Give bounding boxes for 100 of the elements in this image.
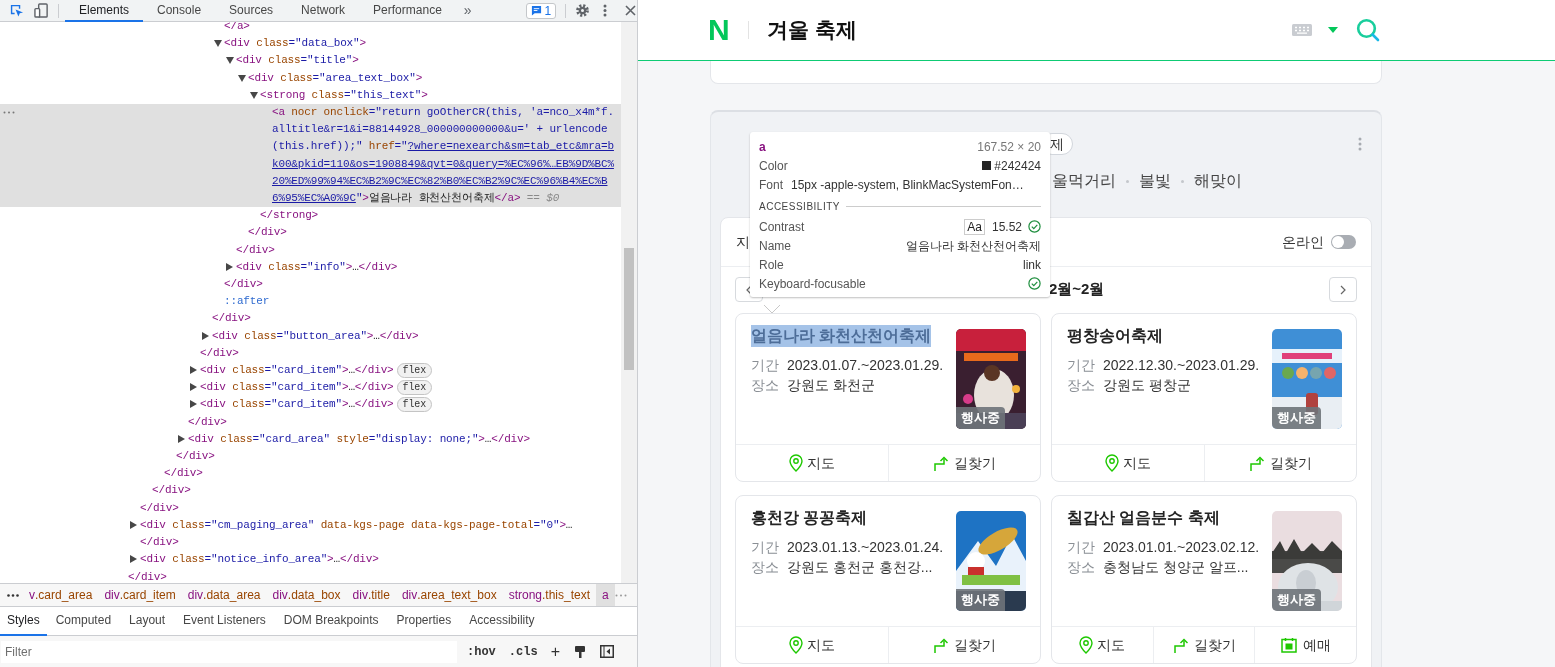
sidebar-toggle-icon[interactable] [599,645,614,658]
triangle-right-icon[interactable] [190,400,197,409]
scrollbar[interactable] [621,22,637,583]
event-card[interactable]: 칠갑산 얼음분수 축제 기간 2023.01.01.~2023.02.12. 장소 충청남도 청양군 알프... 행사중 지도 길찾기 예매 [1051,495,1357,664]
triangle-right-icon[interactable] [226,262,233,271]
breadcrumb[interactable]: strong.this_text [502,584,597,606]
inspect-icon[interactable] [9,3,24,18]
dom-line[interactable]: <div class="card_item">…</div> [200,362,394,380]
dom-line[interactable]: <div class="data_box"> [224,35,366,53]
device-icon[interactable] [34,3,49,18]
event-card[interactable]: 얼음나라 화천산천어축제 기간 2023.01.07.~2023.01.29. 장소 강원도 화천군 행사중 지도 길찾기 [735,313,1041,482]
breadcrumb[interactable]: div.card_item [98,584,182,606]
card-title[interactable]: 홍천강 꽁꽁축제 [751,507,868,529]
toggle-button[interactable]: :hov [467,642,496,661]
dom-line[interactable]: </div> [236,241,275,259]
dom-line[interactable]: <div class="button_area">…</div> [212,327,419,345]
flex-badge[interactable]: flex [396,363,432,379]
pane-tab[interactable]: Computed [46,606,121,636]
panel-tab[interactable]: Network [287,0,360,22]
pane-tab[interactable]: Layout [120,606,175,636]
breadcrumb[interactable]: a [596,584,615,606]
category-link[interactable]: 울먹거리 [1052,169,1116,193]
dom-line[interactable]: <div class="area_text_box"> [248,69,423,87]
dom-line[interactable]: </div> [188,413,227,431]
more-tabs-button[interactable]: » [463,0,472,21]
category-link[interactable]: 불빛 [1139,169,1171,193]
triangle-down-icon[interactable] [250,91,258,99]
brush-icon[interactable] [573,644,586,659]
pane-tab[interactable]: Properties [387,606,461,636]
dom-line[interactable]: </div> [140,534,179,552]
pane-tab[interactable]: Event Listeners [174,606,275,636]
more-horizontal-icon[interactable] [7,593,19,597]
dom-line[interactable]: <div class="cm_paging_area" data-kgs-page data-kgs-page-total="0">… [140,516,573,535]
settings-icon[interactable] [575,3,591,18]
dom-line[interactable]: </div> [164,465,203,483]
dom-line[interactable]: </a> [224,22,250,36]
card-title[interactable]: 평창송어축제 [1067,325,1163,347]
card-title[interactable]: 칠갑산 얼음분수 축제 [1067,507,1220,529]
action-button[interactable]: 길찾기 [1204,445,1356,481]
panel-tab[interactable]: Console [143,0,216,22]
triangle-down-icon[interactable] [238,74,246,82]
event-card[interactable]: 평창송어축제 기간 2022.12.30.~2023.01.29. 장소 강원도 평창군 행사중 지도 길찾기 [1051,313,1357,482]
dom-line[interactable]: <div class="notice_info_area">…</div> [140,551,379,569]
close-icon[interactable] [625,5,637,16]
dom-line[interactable]: </div> [248,224,287,242]
action-button[interactable]: 예매 [1255,627,1356,663]
dom-line[interactable]: <strong class="this_text"> [260,86,428,104]
triangle-right-icon[interactable] [130,555,137,564]
action-button[interactable]: 길찾기 [888,627,1040,663]
dom-line[interactable]: ::after [224,293,270,311]
toggle-button[interactable]: .cls [508,642,538,661]
dom-line[interactable]: <div class="card_item">…</div> [200,396,394,414]
scrollbar-thumb[interactable] [624,248,634,370]
triangle-right-icon[interactable] [190,366,197,375]
action-button[interactable]: 지도 [1052,627,1154,663]
pane-tab[interactable]: Accessibility [460,606,544,636]
breadcrumb[interactable]: div.title [346,584,396,606]
search-query[interactable]: 겨울 축제 [766,14,857,46]
info-value: 2023.01.07.~2023.01.29. [787,356,944,375]
panel-tab[interactable]: Performance [359,0,456,22]
issues-button[interactable]: 1 [525,2,557,19]
action-button[interactable]: 길찾기 [1153,627,1256,663]
flex-badge[interactable]: flex [396,397,432,413]
triangle-right-icon[interactable] [178,434,185,443]
action-button[interactable]: 지도 [1052,445,1205,481]
triangle-right-icon[interactable] [130,520,137,529]
breadcrumb[interactable]: v.card_area [23,584,99,606]
triangle-right-icon[interactable] [202,331,209,340]
panel-tab[interactable]: Sources [215,0,288,22]
breadcrumb[interactable]: div.area_text_box [395,584,503,606]
action-button[interactable]: 지도 [736,627,889,663]
dom-line[interactable]: </div> [224,276,263,294]
panel-tab[interactable]: Elements [65,0,144,22]
toggle-switch[interactable] [1331,235,1356,249]
breadcrumb[interactable]: div.data_area [181,584,267,606]
triangle-down-icon[interactable] [226,57,234,65]
dom-line[interactable]: </div> [140,499,179,517]
dom-line[interactable]: <div class="card_item">…</div> [200,379,394,397]
action-button[interactable]: 지도 [736,445,889,481]
add-button[interactable]: + [550,639,560,664]
dom-line[interactable]: </div> [200,344,239,363]
dom-line[interactable]: </div> [212,310,251,328]
dom-line[interactable]: <div class="title"> [236,52,359,70]
dom-line[interactable]: <div class="info">…</div> [236,258,398,277]
dom-line[interactable]: <div class="card_area" style="display: none;">…</div> [188,430,530,449]
category-link[interactable]: 해맞이 [1194,169,1242,193]
filter-field[interactable]: Filter [1,640,457,663]
triangle-down-icon[interactable] [214,40,222,48]
flex-badge[interactable]: flex [396,380,432,396]
more-icon[interactable] [3,111,15,114]
event-card[interactable]: 홍천강 꽁꽁축제 기간 2023.01.13.~2023.01.24. 장소 강원도 홍천군 홍천강... 행사중 지도 길찾기 [735,495,1041,664]
dom-line[interactable]: </div> [128,568,167,583]
dom-line[interactable]: </div> [152,482,191,500]
dom-line[interactable]: </strong> [260,207,319,225]
dom-line[interactable]: </div> [176,448,215,466]
more-vertical-icon[interactable] [603,4,608,17]
action-button[interactable]: 길찾기 [888,445,1040,481]
triangle-right-icon[interactable] [190,383,197,392]
breadcrumb[interactable]: div.data_box [266,584,347,606]
pane-tab[interactable]: DOM Breakpoints [274,606,388,636]
